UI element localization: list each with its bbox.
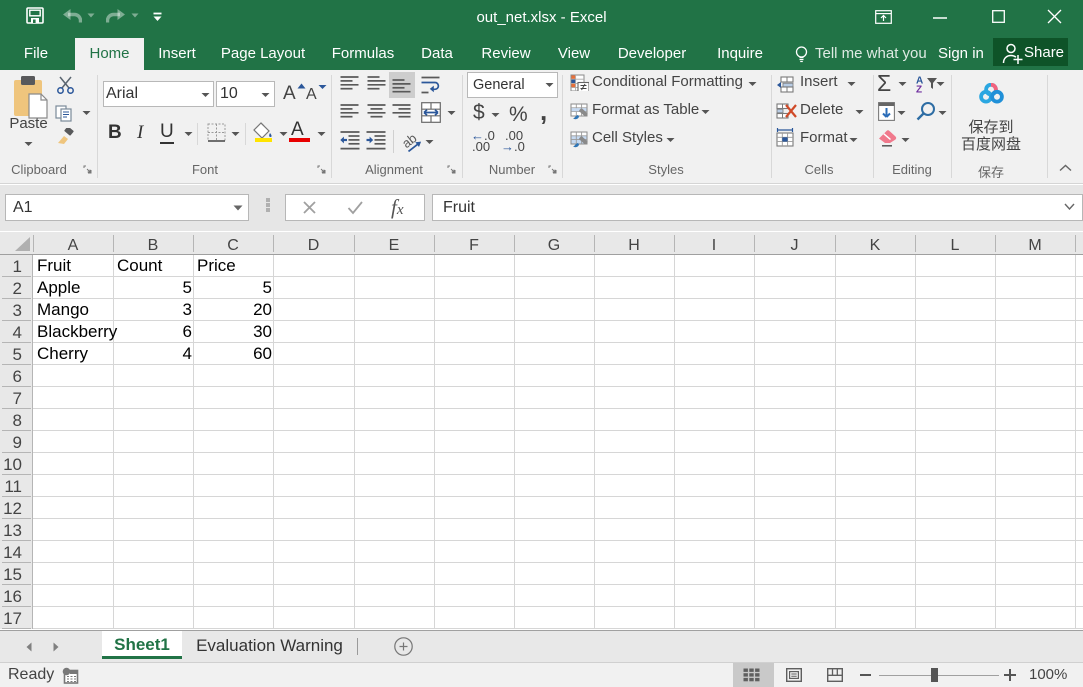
svg-text:ab: ab	[400, 130, 420, 151]
svg-text:Z: Z	[916, 85, 922, 94]
